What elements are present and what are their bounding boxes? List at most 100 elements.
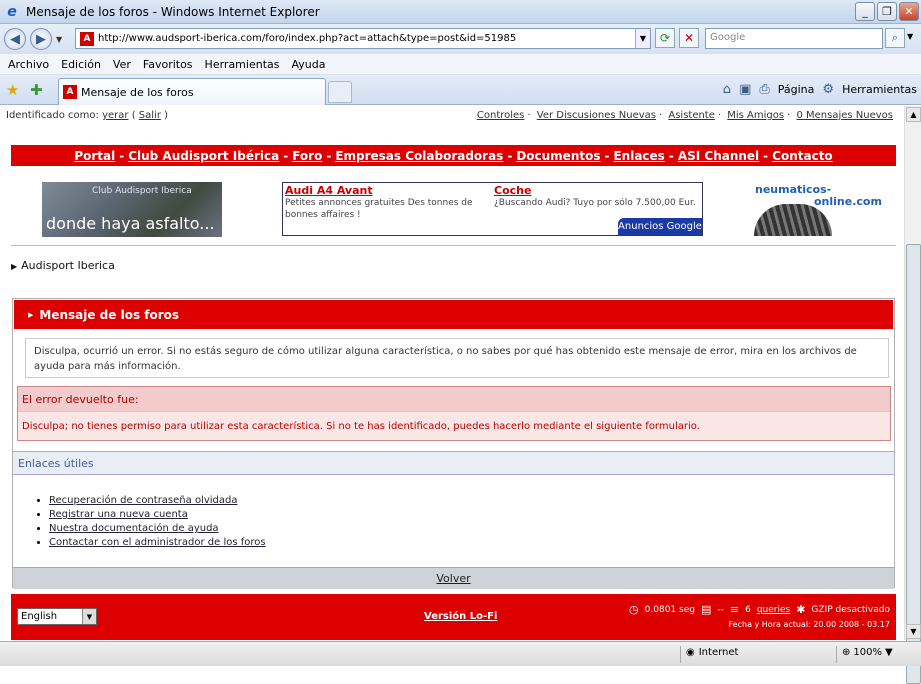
- neumaticos-line2: online.com: [814, 195, 882, 208]
- close-button[interactable]: ✕: [899, 2, 919, 21]
- user-bar: Identificado como: yerar ( Salir ) Contr…: [6, 110, 893, 121]
- status-bar: ◉ Internet ⊕ 100% ▼: [0, 641, 921, 666]
- page-viewport: Identificado como: yerar ( Salir ) Contr…: [0, 106, 904, 640]
- new-messages-link[interactable]: 0 Mensajes Nuevos: [796, 110, 893, 121]
- google-ads-badge[interactable]: Anuncios Google: [618, 218, 702, 235]
- print-icon[interactable]: ⎙: [759, 82, 769, 97]
- vertical-scrollbar[interactable]: ▲ ▼: [904, 106, 921, 684]
- nav-contacto[interactable]: Contacto: [772, 149, 833, 163]
- back-link[interactable]: Volver: [436, 572, 470, 585]
- status-divider: [836, 646, 837, 663]
- info-message: Disculpa, ocurrió un error. Si no estás …: [25, 338, 889, 378]
- scroll-down-icon[interactable]: ▼: [906, 624, 921, 639]
- ad1-text: Petites annonces gratuites Des tonnes de…: [285, 198, 473, 220]
- logout-link[interactable]: Salir: [139, 110, 161, 121]
- menu-favoritos[interactable]: Favoritos: [143, 58, 193, 71]
- message-panel: ▶ Mensaje de los foros Disculpa, ocurrió…: [12, 298, 895, 589]
- site-favicon-icon: A: [80, 31, 94, 46]
- lofi-link[interactable]: Versión Lo-Fi: [424, 611, 497, 622]
- back-button[interactable]: ◀: [4, 28, 26, 50]
- restore-button[interactable]: ❐: [877, 2, 897, 21]
- nav-empresas[interactable]: Empresas Colaboradoras: [335, 149, 503, 163]
- site-navbar: Portal - Club Audisport Ibérica - Foro - Em…: [11, 145, 896, 166]
- ad2-title[interactable]: Coche: [494, 184, 699, 197]
- menu-edicion[interactable]: Edición: [61, 58, 101, 71]
- minimize-button[interactable]: _: [855, 2, 875, 21]
- status-divider: [680, 646, 681, 663]
- refresh-button[interactable]: ⟳: [655, 28, 675, 48]
- chevron-down-icon[interactable]: ▼: [82, 609, 96, 624]
- nav-documentos[interactable]: Documentos: [516, 149, 600, 163]
- club-banner-text: donde haya asfalto...: [46, 214, 215, 233]
- window-titlebar: e Mensaje de los foros - Windows Interne…: [0, 0, 921, 24]
- club-banner[interactable]: Club Audisport Iberica donde haya asfalt…: [42, 182, 222, 237]
- register-link[interactable]: Registrar una nueva cuenta: [49, 509, 188, 520]
- load-dash: --: [717, 604, 724, 615]
- feeds-icon[interactable]: ▣: [739, 82, 751, 97]
- zone-label: Internet: [698, 647, 739, 658]
- search-input[interactable]: Google: [705, 28, 883, 49]
- nav-foro[interactable]: Foro: [292, 149, 322, 163]
- list-item: Nuestra documentación de ayuda: [49, 523, 266, 534]
- zoom-control[interactable]: ⊕ 100% ▼: [842, 647, 893, 658]
- url-text[interactable]: http://www.audsport-iberica.com/foro/ind…: [98, 33, 516, 44]
- nav-club[interactable]: Club Audisport Ibérica: [128, 149, 279, 163]
- username-link[interactable]: yerar: [102, 110, 128, 121]
- nav-portal[interactable]: Portal: [74, 149, 115, 163]
- queries-count: 6: [745, 604, 751, 615]
- forward-button[interactable]: ▶: [30, 28, 52, 50]
- menu-herramientas[interactable]: Herramientas: [205, 58, 280, 71]
- useful-links: Enlaces útiles Recuperación de contraseñ…: [13, 451, 894, 565]
- assistant-link[interactable]: Asistente: [668, 110, 715, 121]
- new-discussions-link[interactable]: Ver Discusiones Nuevas: [537, 110, 656, 121]
- nav-asi-channel[interactable]: ASI Channel: [678, 149, 759, 163]
- tire-image: [754, 204, 832, 236]
- controls-link[interactable]: Controles: [477, 110, 525, 121]
- menu-ver[interactable]: Ver: [113, 58, 131, 71]
- club-banner-small: Club Audisport Iberica: [92, 186, 192, 196]
- new-tab-button[interactable]: [328, 81, 352, 103]
- tab-mensaje[interactable]: A Mensaje de los foros: [58, 78, 326, 105]
- list-item: Contactar con el administrador de los fo…: [49, 537, 266, 548]
- address-dropdown-icon[interactable]: ▼: [635, 29, 650, 48]
- add-favorites-icon[interactable]: ✚: [30, 81, 43, 99]
- tools-menu[interactable]: Herramientas: [842, 83, 917, 96]
- history-dropdown-icon[interactable]: ▼: [56, 35, 62, 44]
- security-zone: ◉ Internet: [686, 647, 738, 658]
- error-text: Disculpa; no tienes permiso para utiliza…: [22, 421, 700, 432]
- scroll-up-icon[interactable]: ▲: [906, 107, 921, 122]
- neumaticos-banner[interactable]: neumaticos- online.com: [754, 182, 882, 236]
- panel-title: Mensaje de los foros: [39, 307, 180, 322]
- scroll-thumb[interactable]: [906, 244, 921, 684]
- breadcrumb-link[interactable]: Audisport Iberica: [21, 259, 115, 272]
- address-toolbar: ◀ ▶ ▼ A http://www.audsport-iberica.com/…: [0, 24, 921, 54]
- menu-archivo[interactable]: Archivo: [8, 58, 49, 71]
- home-icon[interactable]: ⌂: [723, 82, 731, 97]
- friends-link[interactable]: Mis Amigos: [727, 110, 784, 121]
- clock-icon: ◷: [629, 603, 639, 616]
- search-button[interactable]: ⌕: [885, 28, 905, 48]
- language-value: English: [21, 611, 58, 622]
- contact-admin-link[interactable]: Contactar con el administrador de los fo…: [49, 537, 266, 548]
- load-time: 0.0801 seg: [644, 604, 695, 615]
- language-select[interactable]: English ▼: [17, 608, 97, 625]
- zoom-dropdown-icon[interactable]: ▼: [885, 647, 893, 658]
- page-menu[interactable]: Página: [778, 83, 815, 96]
- panel-title-bar: ▶ Mensaje de los foros: [14, 300, 893, 329]
- queries-link[interactable]: queries: [757, 605, 790, 615]
- tab-favicon-icon: A: [63, 85, 77, 99]
- recover-password-link[interactable]: Recuperación de contraseña olvidada: [49, 495, 237, 506]
- address-bar[interactable]: A http://www.audsport-iberica.com/foro/i…: [75, 28, 651, 49]
- nav-enlaces[interactable]: Enlaces: [613, 149, 664, 163]
- favorites-star-icon[interactable]: ★: [6, 81, 19, 99]
- google-ad: Audi A4 Avant Petites annonces gratuites…: [282, 182, 703, 236]
- breadcrumb-arrow-icon: ▶: [11, 262, 18, 271]
- list-item: Registrar una nueva cuenta: [49, 509, 266, 520]
- search-dropdown-icon[interactable]: ▼: [907, 32, 913, 41]
- tab-row: ★ ✚ A Mensaje de los foros ⌂ ▣ ⎙ Página …: [0, 75, 921, 105]
- page-footer: English ▼ Versión Lo-Fi ◷ 0.0801 seg ▤ -…: [11, 594, 896, 640]
- menu-ayuda[interactable]: Ayuda: [291, 58, 325, 71]
- stop-button[interactable]: ✕: [679, 28, 699, 48]
- help-docs-link[interactable]: Nuestra documentación de ayuda: [49, 523, 219, 534]
- ad1-title[interactable]: Audi A4 Avant: [285, 184, 485, 197]
